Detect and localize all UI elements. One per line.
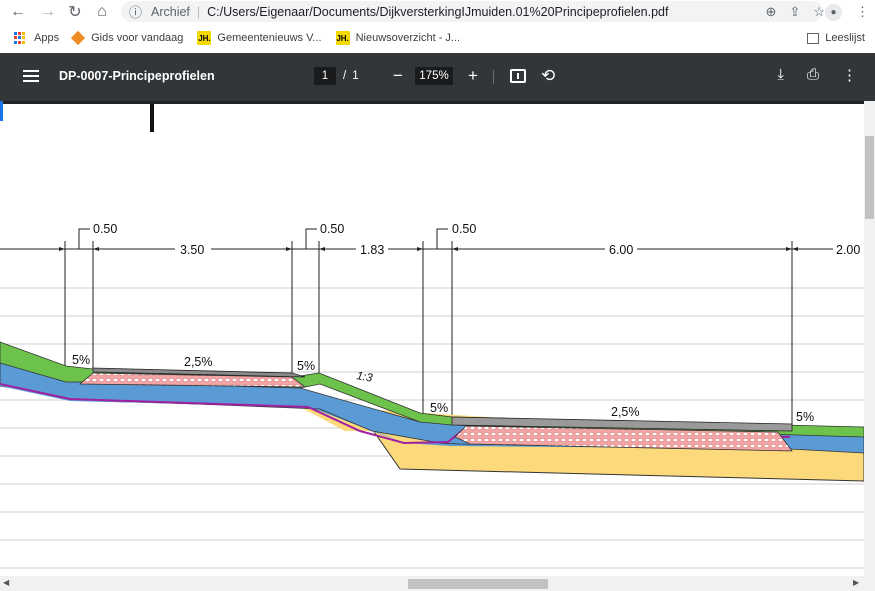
- bookmarks-bar: Apps Gids voor vandaag JH. Gemeentenieuw…: [0, 27, 875, 49]
- slope-label-s7: 5%: [796, 410, 814, 424]
- profile-avatar-icon[interactable]: ●: [825, 3, 842, 21]
- document-title: DP-0007-Principeprofielen: [59, 69, 215, 83]
- more-menu-icon[interactable]: ⋮: [856, 4, 869, 20]
- url-text[interactable]: C:/Users/Eigenaar/Documents/Dijkversterk…: [207, 5, 668, 19]
- dim-label-d3: 0.50: [320, 222, 344, 236]
- dim-label-d2: 3.50: [180, 243, 204, 257]
- rotate-icon[interactable]: ⟲: [541, 66, 555, 86]
- print-icon[interactable]: ⎙: [807, 66, 819, 84]
- page-total: 1: [352, 70, 359, 82]
- home-icon[interactable]: ⌂: [90, 0, 114, 24]
- zoom-out-icon[interactable]: −: [388, 67, 408, 85]
- zoom-controls: − 175% +: [388, 67, 483, 85]
- bookmark-gids[interactable]: Gids voor vandaag: [71, 30, 184, 46]
- browser-toolbar: ← → ↻ ⌂ ⓘ Archief | C:/Users/Eigenaar/Do…: [0, 0, 875, 24]
- bookmark-apps[interactable]: Apps: [14, 32, 59, 44]
- dim-label-d1: 0.50: [93, 222, 117, 236]
- address-bar[interactable]: ⓘ Archief | C:/Users/Eigenaar/Documents/…: [121, 1, 825, 22]
- diamond-icon: [71, 30, 86, 46]
- zoom-in-icon[interactable]: +: [463, 67, 483, 85]
- reading-list-icon: [807, 32, 820, 44]
- cross-section-drawing: 0.50 3.50 0.50 1.83 0.50 6.00 2.00 5% 2,…: [0, 101, 865, 569]
- dim-label-d4: 1.83: [360, 243, 384, 257]
- scroll-right-arrow-icon[interactable]: ▶: [853, 578, 859, 587]
- info-icon[interactable]: ⓘ: [129, 2, 147, 21]
- slope-label-s1: 5%: [72, 353, 90, 367]
- vertical-scrollbar[interactable]: [864, 101, 875, 576]
- slope-label-s3: 5%: [297, 359, 315, 373]
- bookmark-label: Gids voor vandaag: [91, 32, 184, 44]
- apps-grid-icon: [14, 32, 26, 44]
- zoom-level-input[interactable]: 175%: [415, 67, 453, 85]
- horizontal-scrollbar[interactable]: ◀ ▶: [0, 576, 875, 591]
- zoom-icon[interactable]: ⊕: [766, 4, 777, 20]
- star-icon[interactable]: ☆: [813, 4, 825, 20]
- vertical-scroll-thumb[interactable]: [865, 136, 874, 219]
- bookmark-nieuwsoverzicht[interactable]: JH. Nieuwsoverzicht - J...: [335, 31, 461, 45]
- page-separator: /: [343, 70, 347, 82]
- jh-logo-icon: JH.: [197, 31, 212, 45]
- slope-label-s6: 2,5%: [611, 405, 640, 419]
- toolbar-divider: [493, 70, 494, 84]
- dim-label-d7: 2.00: [836, 243, 860, 257]
- reading-list-button[interactable]: Leeslijst: [807, 27, 865, 49]
- pdf-more-icon[interactable]: ⋮: [842, 66, 857, 84]
- slope-label-s5: 5%: [430, 401, 448, 415]
- reading-list-label: Leeslijst: [825, 32, 865, 44]
- pdf-toolbar: DP-0007-Principeprofielen 1 / 1 − 175% +…: [0, 53, 875, 101]
- page-number-input[interactable]: 1: [314, 67, 336, 85]
- download-icon[interactable]: ⤓: [777, 66, 784, 84]
- dim-label-d6: 6.00: [609, 243, 633, 257]
- forward-arrow-icon[interactable]: →: [36, 0, 60, 24]
- scroll-left-arrow-icon[interactable]: ◀: [3, 578, 9, 587]
- back-arrow-icon[interactable]: ←: [6, 0, 30, 24]
- pdf-page: 0.50 3.50 0.50 1.83 0.50 6.00 2.00 5% 2,…: [0, 101, 865, 576]
- url-prefix: Archief: [151, 4, 190, 19]
- url-separator: |: [196, 4, 201, 19]
- bookmark-label: Gemeentenieuws V...: [217, 32, 322, 44]
- pdf-viewer[interactable]: 0.50 3.50 0.50 1.83 0.50 6.00 2.00 5% 2,…: [0, 101, 875, 591]
- hamburger-menu-icon[interactable]: [23, 70, 39, 82]
- bookmark-gemeentenieuws[interactable]: JH. Gemeentenieuws V...: [197, 31, 322, 45]
- dim-label-d5: 0.50: [452, 222, 476, 236]
- reload-icon[interactable]: ↻: [63, 0, 87, 24]
- bookmark-label: Nieuwsoverzicht - J...: [355, 32, 461, 44]
- slope-label-s2: 2,5%: [184, 355, 213, 369]
- page-selector: 1 / 1: [314, 67, 359, 85]
- fit-to-page-icon[interactable]: [510, 69, 526, 83]
- share-icon[interactable]: ⇪: [789, 4, 800, 20]
- jh-logo-icon: JH.: [335, 31, 350, 45]
- bookmark-label: Apps: [34, 32, 60, 44]
- page-edge-marker: [0, 101, 3, 121]
- horizontal-scroll-thumb[interactable]: [408, 579, 548, 589]
- slope-label-s4: 1:3: [355, 370, 373, 385]
